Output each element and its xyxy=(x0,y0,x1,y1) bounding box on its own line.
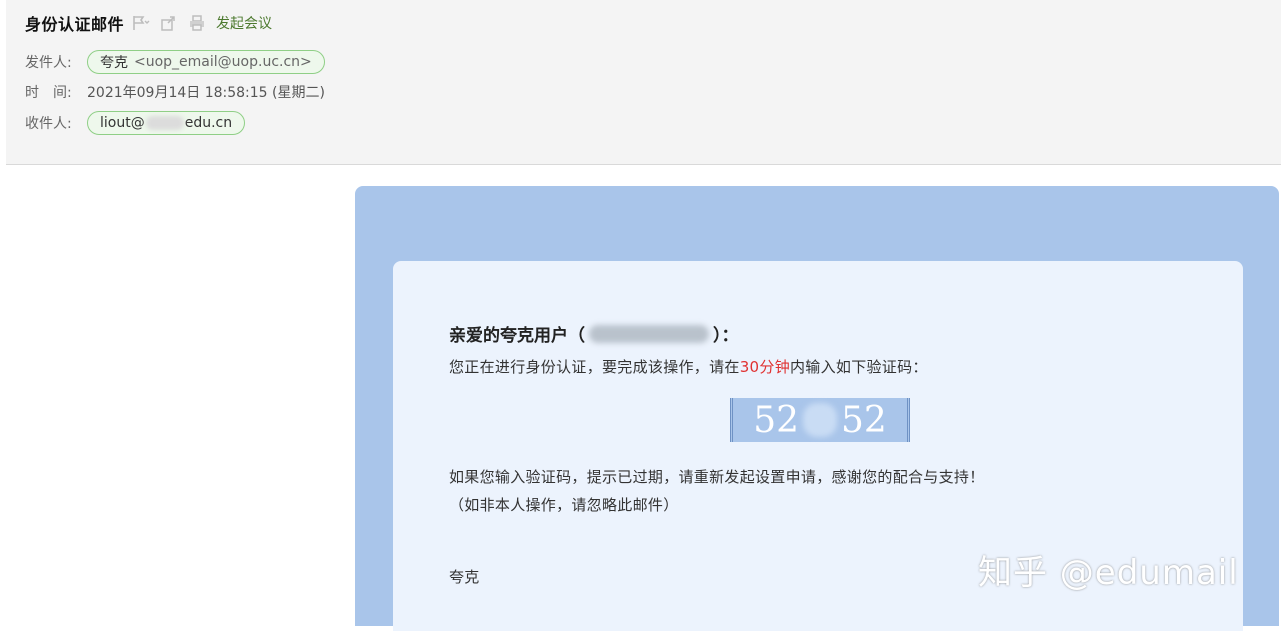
forward-icon[interactable] xyxy=(158,13,180,33)
instruction-text-end: 内输入如下验证码： xyxy=(790,358,928,376)
flag-icon[interactable] xyxy=(130,13,152,33)
redacted-username xyxy=(589,324,709,343)
subject-row: 身份认证邮件 发起会议 xyxy=(25,12,272,34)
verification-code: 52 52 xyxy=(730,398,910,442)
code-part-1: 52 xyxy=(753,399,799,441)
print-icon[interactable] xyxy=(186,13,208,33)
email-header: 身份认证邮件 发起会议 发件人: 夸克 <uop_email@uop.uc.cn… xyxy=(6,0,1281,165)
instruction-line: 您正在进行身份认证，要完成该操作，请在30分钟内输入如下验证码： xyxy=(449,356,928,377)
recipient-label: 收件人: xyxy=(25,116,72,132)
instruction-text: 您正在进行身份认证，要完成该操作，请在 xyxy=(449,358,740,376)
not-me-note: （如非本人操作，请忽略此邮件） xyxy=(449,496,679,514)
code-part-2: 52 xyxy=(841,399,887,441)
redacted-code xyxy=(803,403,837,437)
time-row: 时 间: 2021年09月14日 18:58:15 (星期二) xyxy=(25,82,325,102)
expired-note: 如果您输入验证码，提示已过期，请重新发起设置申请，感谢您的配合与支持！ xyxy=(449,468,985,486)
greeting-suffix: ）： xyxy=(713,326,739,346)
signature: 夸克 xyxy=(449,568,480,586)
time-label: 时 间: xyxy=(25,85,72,101)
recipient-chip[interactable]: liout@ edu.cn xyxy=(87,111,246,135)
zhihu-watermark: 知乎 @edumail xyxy=(978,553,1239,593)
recipient-prefix: liout@ xyxy=(100,115,145,131)
greeting: 亲爱的夸克用户（ ）： xyxy=(449,321,739,346)
sender-label: 发件人: xyxy=(25,55,72,71)
recipient-row: 收件人: liout@ edu.cn xyxy=(25,111,246,135)
recipient-suffix: edu.cn xyxy=(184,115,233,131)
sender-chip[interactable]: 夸克 <uop_email@uop.uc.cn> xyxy=(87,50,325,74)
sender-row: 发件人: 夸克 <uop_email@uop.uc.cn> xyxy=(25,50,325,74)
time-limit-highlight: 30分钟 xyxy=(739,358,790,376)
email-subject: 身份认证邮件 xyxy=(25,15,125,34)
time-value: 2021年09月14日 18:58:15 (星期二) xyxy=(87,85,325,101)
greeting-prefix: 亲爱的夸克用户（ xyxy=(449,326,585,346)
sender-address: <uop_email@uop.uc.cn> xyxy=(134,54,312,70)
redacted-blur xyxy=(145,116,184,130)
start-meeting-button[interactable]: 发起会议 xyxy=(216,13,272,33)
sender-name: 夸克 xyxy=(100,55,128,71)
